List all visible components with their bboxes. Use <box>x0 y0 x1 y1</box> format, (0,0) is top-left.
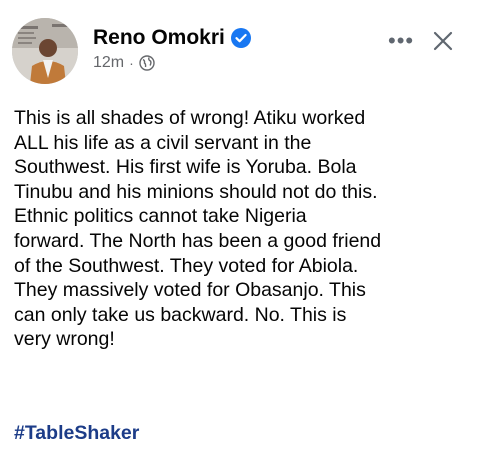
post-timestamp[interactable]: 12m <box>93 54 124 72</box>
close-icon[interactable] <box>432 30 454 52</box>
social-post: Reno Omokri 12m · ••• This is all shades… <box>0 0 480 454</box>
verified-badge-icon <box>230 28 251 48</box>
more-options-button[interactable]: ••• <box>388 28 414 54</box>
avatar-image <box>12 18 78 84</box>
post-body-text: This is all shades of wrong! Atiku worke… <box>14 107 382 351</box>
globe-icon[interactable] <box>139 55 155 71</box>
post-meta: 12m · <box>93 54 155 72</box>
author-name[interactable]: Reno Omokri <box>93 26 225 50</box>
meta-separator: · <box>129 55 134 71</box>
hashtag-link[interactable]: #TableShaker <box>14 422 139 445</box>
author-name-row: Reno Omokri <box>93 26 251 50</box>
author-avatar[interactable] <box>12 18 78 84</box>
